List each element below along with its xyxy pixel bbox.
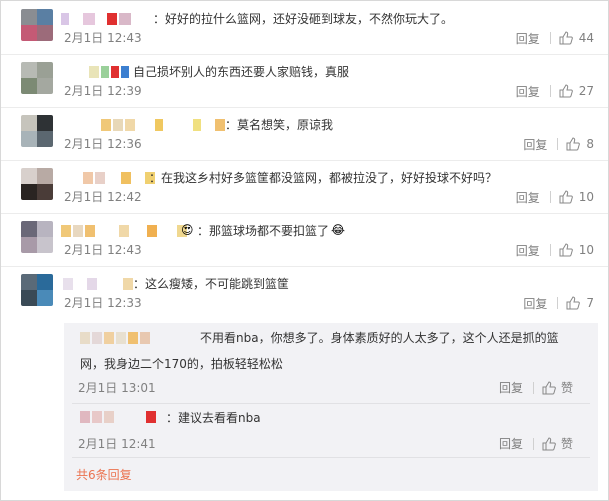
reply-button[interactable]: 回复 [516,242,540,259]
comment-text: ：在我这乡村好多篮筐都没篮网，都被拉没了，好好投球不好吗？ [149,171,498,185]
thumbs-up-icon[interactable] [559,31,573,45]
reply-button[interactable]: 回复 [523,295,547,312]
avatar[interactable] [21,274,53,306]
avatar[interactable] [21,168,53,200]
comment-actions: 回复 10 [516,242,594,258]
comment-item: ：好好的拉什么篮网，还好没砸到球友，不然你玩大了。 2月1日 12:43 回复 … [1,1,608,55]
comment-time: 2月1日 12:33 [64,296,142,310]
avatar[interactable] [21,115,53,147]
username[interactable] [89,65,129,79]
username[interactable] [80,410,156,424]
reply-thread: 不用看nba，你想多了。身体素质好的人太多了，这个人还是抓的篮 网，我身边二个1… [64,323,598,491]
divider [557,297,559,309]
comment-item: ：这么瘦矮，不可能跳到篮筐 2月1日 12:33 回复 7 [1,266,608,319]
reply-button[interactable]: 回复 [516,30,540,47]
divider [72,403,590,404]
reply-time: 2月1日 13:01 [78,381,156,395]
thumbs-up-icon[interactable] [559,190,573,204]
avatar[interactable] [21,221,53,253]
reply-text: 不用看nba，你想多了。身体素质好的人太多了，这个人还是抓的篮 [200,331,559,345]
username[interactable] [63,277,133,291]
divider [532,437,534,450]
thumbs-up-icon[interactable] [559,243,573,257]
reply-item: ：建议去看看nba 2月1日 12:41 回复 赞 [64,405,598,455]
reply-button[interactable]: 回复 [499,435,523,452]
comment-text: ：莫名想笑，原谅我 [225,118,334,132]
comment-list: ：好好的拉什么篮网，还好没砸到球友，不然你玩大了。 2月1日 12:43 回复 … [0,0,609,501]
thumbs-up-icon[interactable] [542,380,556,395]
username[interactable] [83,171,155,185]
divider [557,138,559,150]
divider [549,191,551,203]
comment-item: ：莫名想笑，原谅我 2月1日 12:36 回复 8 [1,107,608,161]
comment-actions: 回复 8 [523,136,594,152]
like-count: 8 [586,137,594,151]
heart-eyes-emoji-icon: 😍 [181,223,194,237]
reply-text: ：建议去看看nba [166,411,261,425]
reply-button[interactable]: 回复 [499,379,523,396]
thumbs-up-icon[interactable] [542,436,556,451]
comment-time: 2月1日 12:36 [64,137,142,151]
avatar[interactable] [21,62,53,94]
comment-item: ：那篮球场都不要扣篮了 😍 😂 2月1日 12:43 回复 10 [1,213,608,267]
comment-text: 自己损坏别人的东西还要人家赔钱，真服 [133,65,350,79]
reply-item: 不用看nba，你想多了。身体素质好的人太多了，这个人还是抓的篮 网，我身边二个1… [64,323,598,395]
username[interactable] [61,12,131,26]
comment-actions: 回复 10 [516,189,594,205]
comment-item: 自己损坏别人的东西还要人家赔钱，真服 2月1日 12:39 回复 27 [1,54,608,108]
like-count: 7 [586,296,594,310]
username[interactable] [61,224,187,238]
like-count: 10 [578,190,594,204]
reply-actions: 回复 赞 [499,435,573,452]
thumbs-up-icon[interactable] [566,137,581,151]
username[interactable] [80,331,150,345]
like-label[interactable]: 赞 [561,435,573,452]
comment-time: 2月1日 12:43 [64,31,142,45]
divider [532,381,534,394]
username[interactable] [101,118,225,132]
comment-text: ：那篮球场都不要扣篮了 [197,224,330,238]
avatar[interactable] [21,9,53,41]
comment-actions: 回复 7 [523,295,594,311]
laughing-emoji-icon: 😂 [331,223,346,237]
divider [549,244,551,256]
comment-text: ：好好的拉什么篮网，还好没砸到球友，不然你玩大了。 [153,12,454,26]
comment-text: ：这么瘦矮，不可能跳到篮筐 [133,277,290,291]
like-count: 10 [578,243,594,257]
comment-item: ：在我这乡村好多篮筐都没篮网，都被拉没了，好好投球不好吗？ 2月1日 12:42… [1,160,608,214]
reply-time: 2月1日 12:41 [78,437,156,451]
comment-time: 2月1日 12:43 [64,243,142,257]
reply-button[interactable]: 回复 [516,83,540,100]
divider [549,32,551,44]
divider [72,457,590,458]
thumbs-up-icon[interactable] [566,296,581,310]
reply-button[interactable]: 回复 [516,189,540,206]
reply-text: 网，我身边二个170的，拍板轻轻松松 [80,357,283,371]
like-count: 44 [578,31,594,45]
comment-actions: 回复 44 [516,30,594,46]
reply-actions: 回复 赞 [499,379,573,396]
comment-time: 2月1日 12:42 [64,190,142,204]
like-label[interactable]: 赞 [561,379,573,396]
divider [549,85,551,97]
comment-time: 2月1日 12:39 [64,84,142,98]
like-count: 27 [578,84,594,98]
comment-actions: 回复 27 [516,83,594,99]
thumbs-up-icon[interactable] [559,84,573,98]
more-replies-link[interactable]: 共6条回复 [76,466,132,483]
reply-button[interactable]: 回复 [523,136,547,153]
